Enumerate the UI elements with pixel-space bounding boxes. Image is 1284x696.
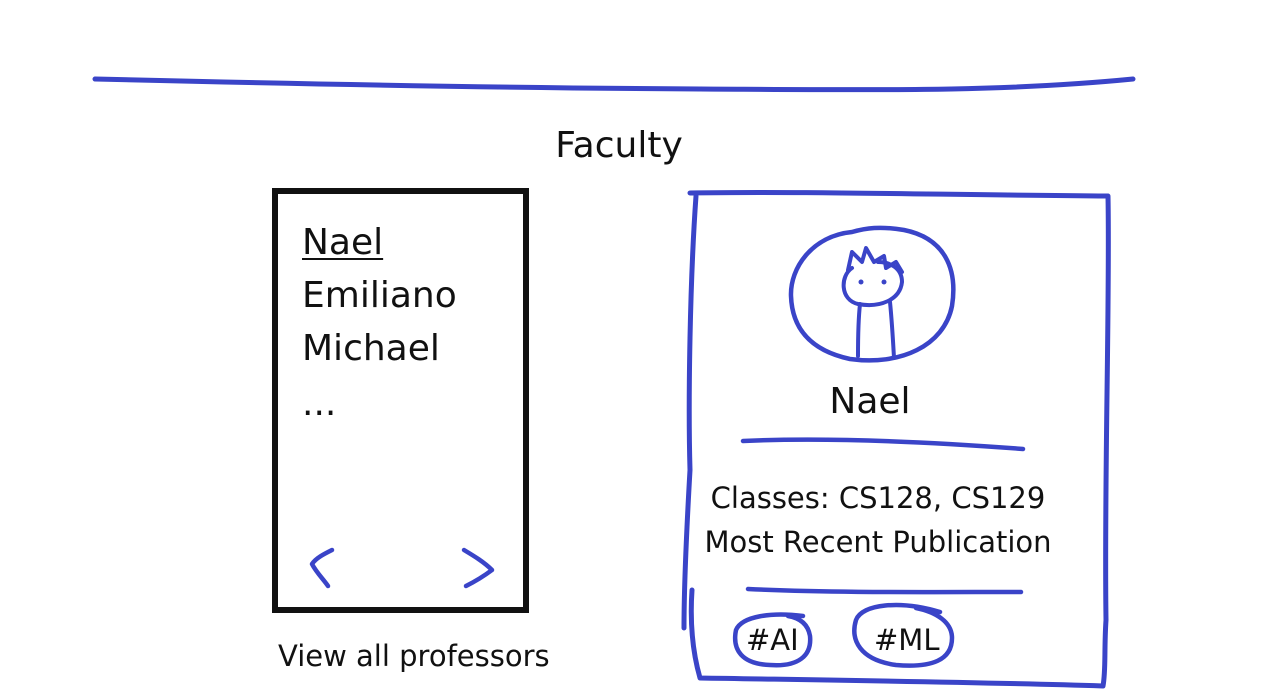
header-divider [92,76,1136,93]
professor-list-panel: Nael Emiliano Michael ... [272,188,529,613]
professor-list-item-emiliano[interactable]: Emiliano [302,269,457,322]
view-all-professors-link[interactable]: View all professors [278,636,550,676]
tag-ai[interactable]: #AI [746,620,799,660]
chevron-right-icon[interactable] [458,544,498,590]
more-indicator: ... [302,383,337,424]
profile-classes: Classes: CS128, CS129 [710,481,1046,515]
tag-ml[interactable]: #ML [874,620,939,660]
page-title: Faculty [555,125,683,166]
profile-publication-link[interactable]: Most Recent Publication [688,522,1068,562]
professor-list: Nael Emiliano Michael ... [302,216,457,433]
professor-list-item-nael[interactable]: Nael [302,216,457,269]
chevron-left-icon[interactable] [304,544,344,590]
profile-name: Nael [829,381,911,422]
professor-list-item-michael[interactable]: Michael [302,322,457,375]
